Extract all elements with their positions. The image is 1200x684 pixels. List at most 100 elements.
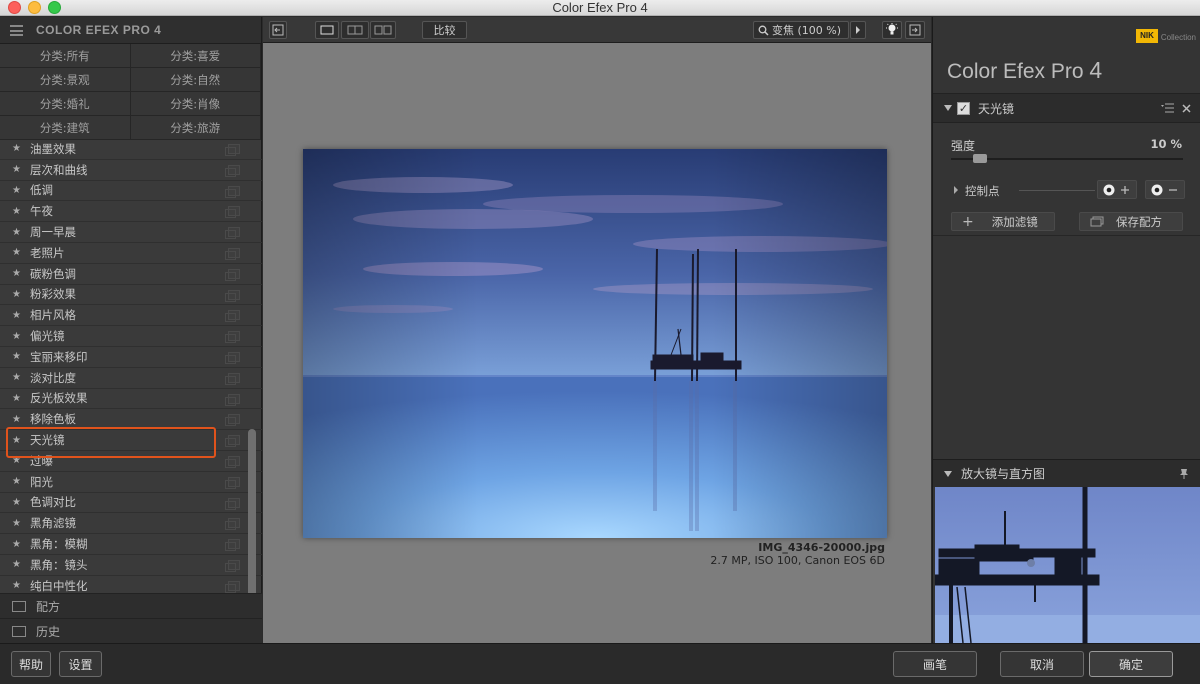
star-icon[interactable]: ★ <box>12 143 26 154</box>
lightbulb-button[interactable] <box>882 21 902 39</box>
filter-item[interactable]: ★ 黑角滤镜 <box>0 513 262 535</box>
star-icon[interactable]: ★ <box>12 164 26 175</box>
star-icon[interactable]: ★ <box>12 289 26 300</box>
star-icon[interactable]: ★ <box>12 476 26 487</box>
star-icon[interactable]: ★ <box>12 539 26 550</box>
duplicate-icon[interactable] <box>225 351 240 364</box>
duplicate-icon[interactable] <box>225 331 240 344</box>
category-wedding[interactable]: 分类:婚礼 <box>0 92 131 116</box>
zoom-dropdown[interactable]: 变焦 (100 %) <box>753 21 849 39</box>
single-view-button[interactable] <box>315 21 339 39</box>
filter-item[interactable]: ★ 老照片 <box>0 243 262 264</box>
duplicate-icon[interactable] <box>225 185 240 198</box>
history-section[interactable]: 历史 <box>0 618 262 643</box>
duplicate-icon[interactable] <box>225 476 240 489</box>
collapse-left-button[interactable] <box>269 21 287 39</box>
star-icon[interactable]: ★ <box>12 518 26 529</box>
category-portrait[interactable]: 分类:肖像 <box>130 92 261 116</box>
duplicate-icon[interactable] <box>225 414 240 427</box>
category-all[interactable]: 分类:所有 <box>0 44 131 68</box>
loupe-view[interactable] <box>935 487 1200 643</box>
cancel-button[interactable]: 取消 <box>1000 651 1084 677</box>
star-icon[interactable]: ★ <box>12 393 26 404</box>
save-recipe-button[interactable]: 保存配方 <box>1079 212 1183 231</box>
filter-item[interactable]: ★ 粉彩效果 <box>0 285 262 306</box>
filter-item[interactable]: ★ 油墨效果 <box>0 143 262 160</box>
star-icon[interactable]: ★ <box>12 372 26 383</box>
strength-slider-knob[interactable] <box>973 154 988 163</box>
star-icon[interactable]: ★ <box>12 268 26 279</box>
recipes-section[interactable]: 配方 <box>0 593 262 618</box>
remove-filter-icon[interactable] <box>1182 103 1191 113</box>
filter-item[interactable]: ★ 纯白中性化 <box>0 576 262 593</box>
filter-item[interactable]: ★ 午夜 <box>0 201 262 223</box>
add-filter-button[interactable]: + 添加滤镜 <box>951 212 1055 231</box>
loupe-collapse-icon[interactable] <box>943 470 953 478</box>
duplicate-icon[interactable] <box>225 393 240 406</box>
duplicate-icon[interactable] <box>225 206 240 219</box>
duplicate-icon[interactable] <box>225 268 240 281</box>
filter-item[interactable]: ★ 天光镜 <box>0 430 262 451</box>
scrollbar-thumb[interactable] <box>248 429 256 605</box>
filter-item[interactable]: ★ 淡对比度 <box>0 368 262 389</box>
filter-item[interactable]: ★ 过曝 <box>0 451 262 472</box>
filter-list-scrollbar[interactable] <box>246 165 258 605</box>
duplicate-icon[interactable] <box>225 518 240 531</box>
duplicate-icon[interactable] <box>225 539 240 552</box>
filter-menu-icon[interactable] <box>1161 103 1175 113</box>
filter-item[interactable]: ★ 偏光镜 <box>0 326 262 347</box>
duplicate-icon[interactable] <box>225 227 240 240</box>
menu-icon[interactable] <box>10 25 23 36</box>
filter-item[interactable]: ★ 反光板效果 <box>0 389 262 410</box>
duplicate-icon[interactable] <box>225 289 240 302</box>
star-icon[interactable]: ★ <box>12 351 26 362</box>
split-view-button[interactable] <box>341 21 369 39</box>
settings-button[interactable]: 设置 <box>59 651 102 677</box>
brush-button[interactable]: 画笔 <box>893 651 977 677</box>
ok-button[interactable]: 确定 <box>1089 651 1173 677</box>
collapse-right-button[interactable] <box>905 21 925 39</box>
duplicate-icon[interactable] <box>225 310 240 323</box>
duplicate-icon[interactable] <box>225 435 240 448</box>
star-icon[interactable]: ★ <box>12 435 26 446</box>
duplicate-icon[interactable] <box>225 164 240 177</box>
duplicate-icon[interactable] <box>225 559 240 572</box>
collapse-triangle-icon[interactable] <box>943 103 953 113</box>
filter-item[interactable]: ★ 黑角：镜头 <box>0 555 262 576</box>
duplicate-icon[interactable] <box>225 372 240 385</box>
category-travel[interactable]: 分类:旅游 <box>130 116 261 140</box>
expand-triangle-icon[interactable] <box>953 186 959 194</box>
remove-control-point-button[interactable] <box>1145 180 1185 199</box>
star-icon[interactable]: ★ <box>12 455 26 466</box>
star-icon[interactable]: ★ <box>12 247 26 258</box>
loupe-header[interactable]: 放大镜与直方图 <box>933 459 1200 487</box>
duplicate-icon[interactable] <box>225 580 240 593</box>
duplicate-icon[interactable] <box>225 497 240 510</box>
star-icon[interactable]: ★ <box>12 331 26 342</box>
star-icon[interactable]: ★ <box>12 185 26 196</box>
category-landscape[interactable]: 分类:景观 <box>0 68 131 92</box>
compare-button[interactable]: 比较 <box>422 21 467 39</box>
category-favorites[interactable]: 分类:喜爱 <box>130 44 261 68</box>
category-nature[interactable]: 分类:自然 <box>130 68 261 92</box>
category-architecture[interactable]: 分类:建筑 <box>0 116 131 140</box>
duplicate-icon[interactable] <box>225 247 240 260</box>
filter-item[interactable]: ★ 层次和曲线 <box>0 160 262 181</box>
star-icon[interactable]: ★ <box>12 310 26 321</box>
preview-image[interactable] <box>303 149 887 538</box>
star-icon[interactable]: ★ <box>12 227 26 238</box>
filter-item[interactable]: ★ 相片风格 <box>0 305 262 327</box>
star-icon[interactable]: ★ <box>12 497 26 508</box>
filter-enable-checkbox[interactable]: ✓ <box>957 101 970 115</box>
duplicate-icon[interactable] <box>225 455 240 468</box>
star-icon[interactable]: ★ <box>12 206 26 217</box>
duplicate-icon[interactable] <box>225 144 240 156</box>
filter-item[interactable]: ★ 黑角：模糊 <box>0 534 262 555</box>
filter-item[interactable]: ★ 移除色板 <box>0 409 262 431</box>
filter-item[interactable]: ★ 阳光 <box>0 472 262 493</box>
side-by-side-button[interactable] <box>370 21 396 39</box>
filter-item[interactable]: ★ 色调对比 <box>0 493 262 514</box>
filter-item[interactable]: ★ 碳粉色调 <box>0 264 262 285</box>
star-icon[interactable]: ★ <box>12 580 26 591</box>
star-icon[interactable]: ★ <box>12 414 26 425</box>
